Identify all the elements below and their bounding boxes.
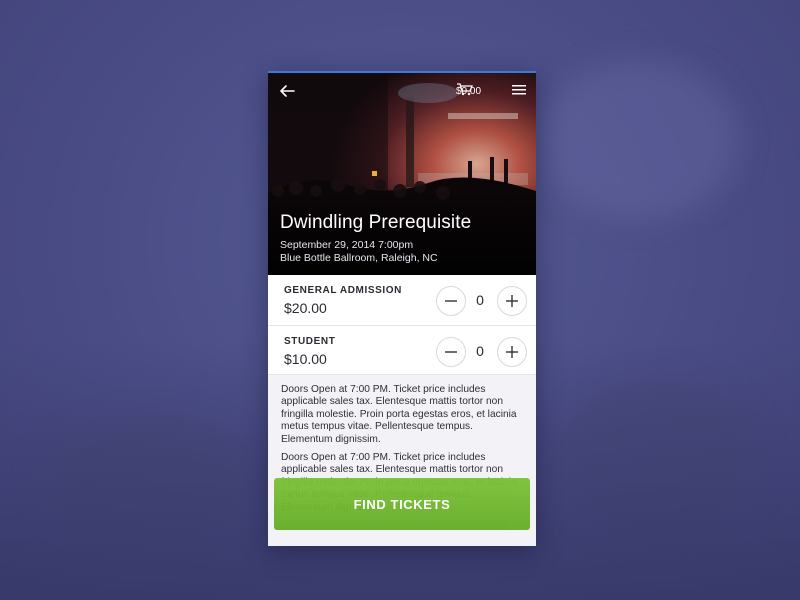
decrease-quantity-button[interactable] bbox=[436, 337, 466, 367]
event-title: Dwindling Prerequisite bbox=[280, 212, 472, 233]
increase-quantity-button[interactable] bbox=[497, 286, 527, 316]
find-tickets-button[interactable]: FIND TICKETS bbox=[274, 478, 530, 530]
description-paragraph: Doors Open at 7:00 PM. Ticket price incl… bbox=[281, 384, 517, 445]
back-button[interactable] bbox=[278, 83, 298, 99]
minus-icon bbox=[445, 300, 457, 302]
menu-button[interactable] bbox=[512, 84, 526, 96]
decrease-quantity-button[interactable] bbox=[436, 286, 466, 316]
ticket-quantity: 0 bbox=[476, 292, 484, 308]
event-date: September 29, 2014 7:00pm bbox=[280, 239, 414, 251]
event-venue: Blue Bottle Ballroom, Raleigh, NC bbox=[280, 252, 438, 264]
cart-icon bbox=[457, 83, 473, 96]
event-hero: $0.00 Dwindling Prerequisite September 2… bbox=[268, 73, 536, 275]
ticket-quantity: 0 bbox=[476, 343, 484, 359]
menu-icon bbox=[512, 85, 526, 95]
increase-quantity-button[interactable] bbox=[497, 337, 527, 367]
ticket-price: $10.00 bbox=[284, 351, 327, 367]
ticket-row-student: STUDENT $10.00 0 bbox=[268, 326, 536, 375]
plus-icon bbox=[506, 346, 518, 358]
ticket-price: $20.00 bbox=[284, 300, 327, 316]
ticket-row-general-admission: GENERAL ADMISSION $20.00 0 bbox=[268, 275, 536, 326]
ticket-name: GENERAL ADMISSION bbox=[284, 285, 402, 296]
arrow-left-icon bbox=[280, 85, 295, 97]
ticket-name: STUDENT bbox=[284, 336, 336, 347]
minus-icon bbox=[445, 351, 457, 353]
plus-icon bbox=[506, 295, 518, 307]
background-glow bbox=[540, 60, 740, 220]
cart-button[interactable]: $0.00 bbox=[456, 82, 481, 100]
phone-screen: $0.00 Dwindling Prerequisite September 2… bbox=[268, 71, 536, 546]
